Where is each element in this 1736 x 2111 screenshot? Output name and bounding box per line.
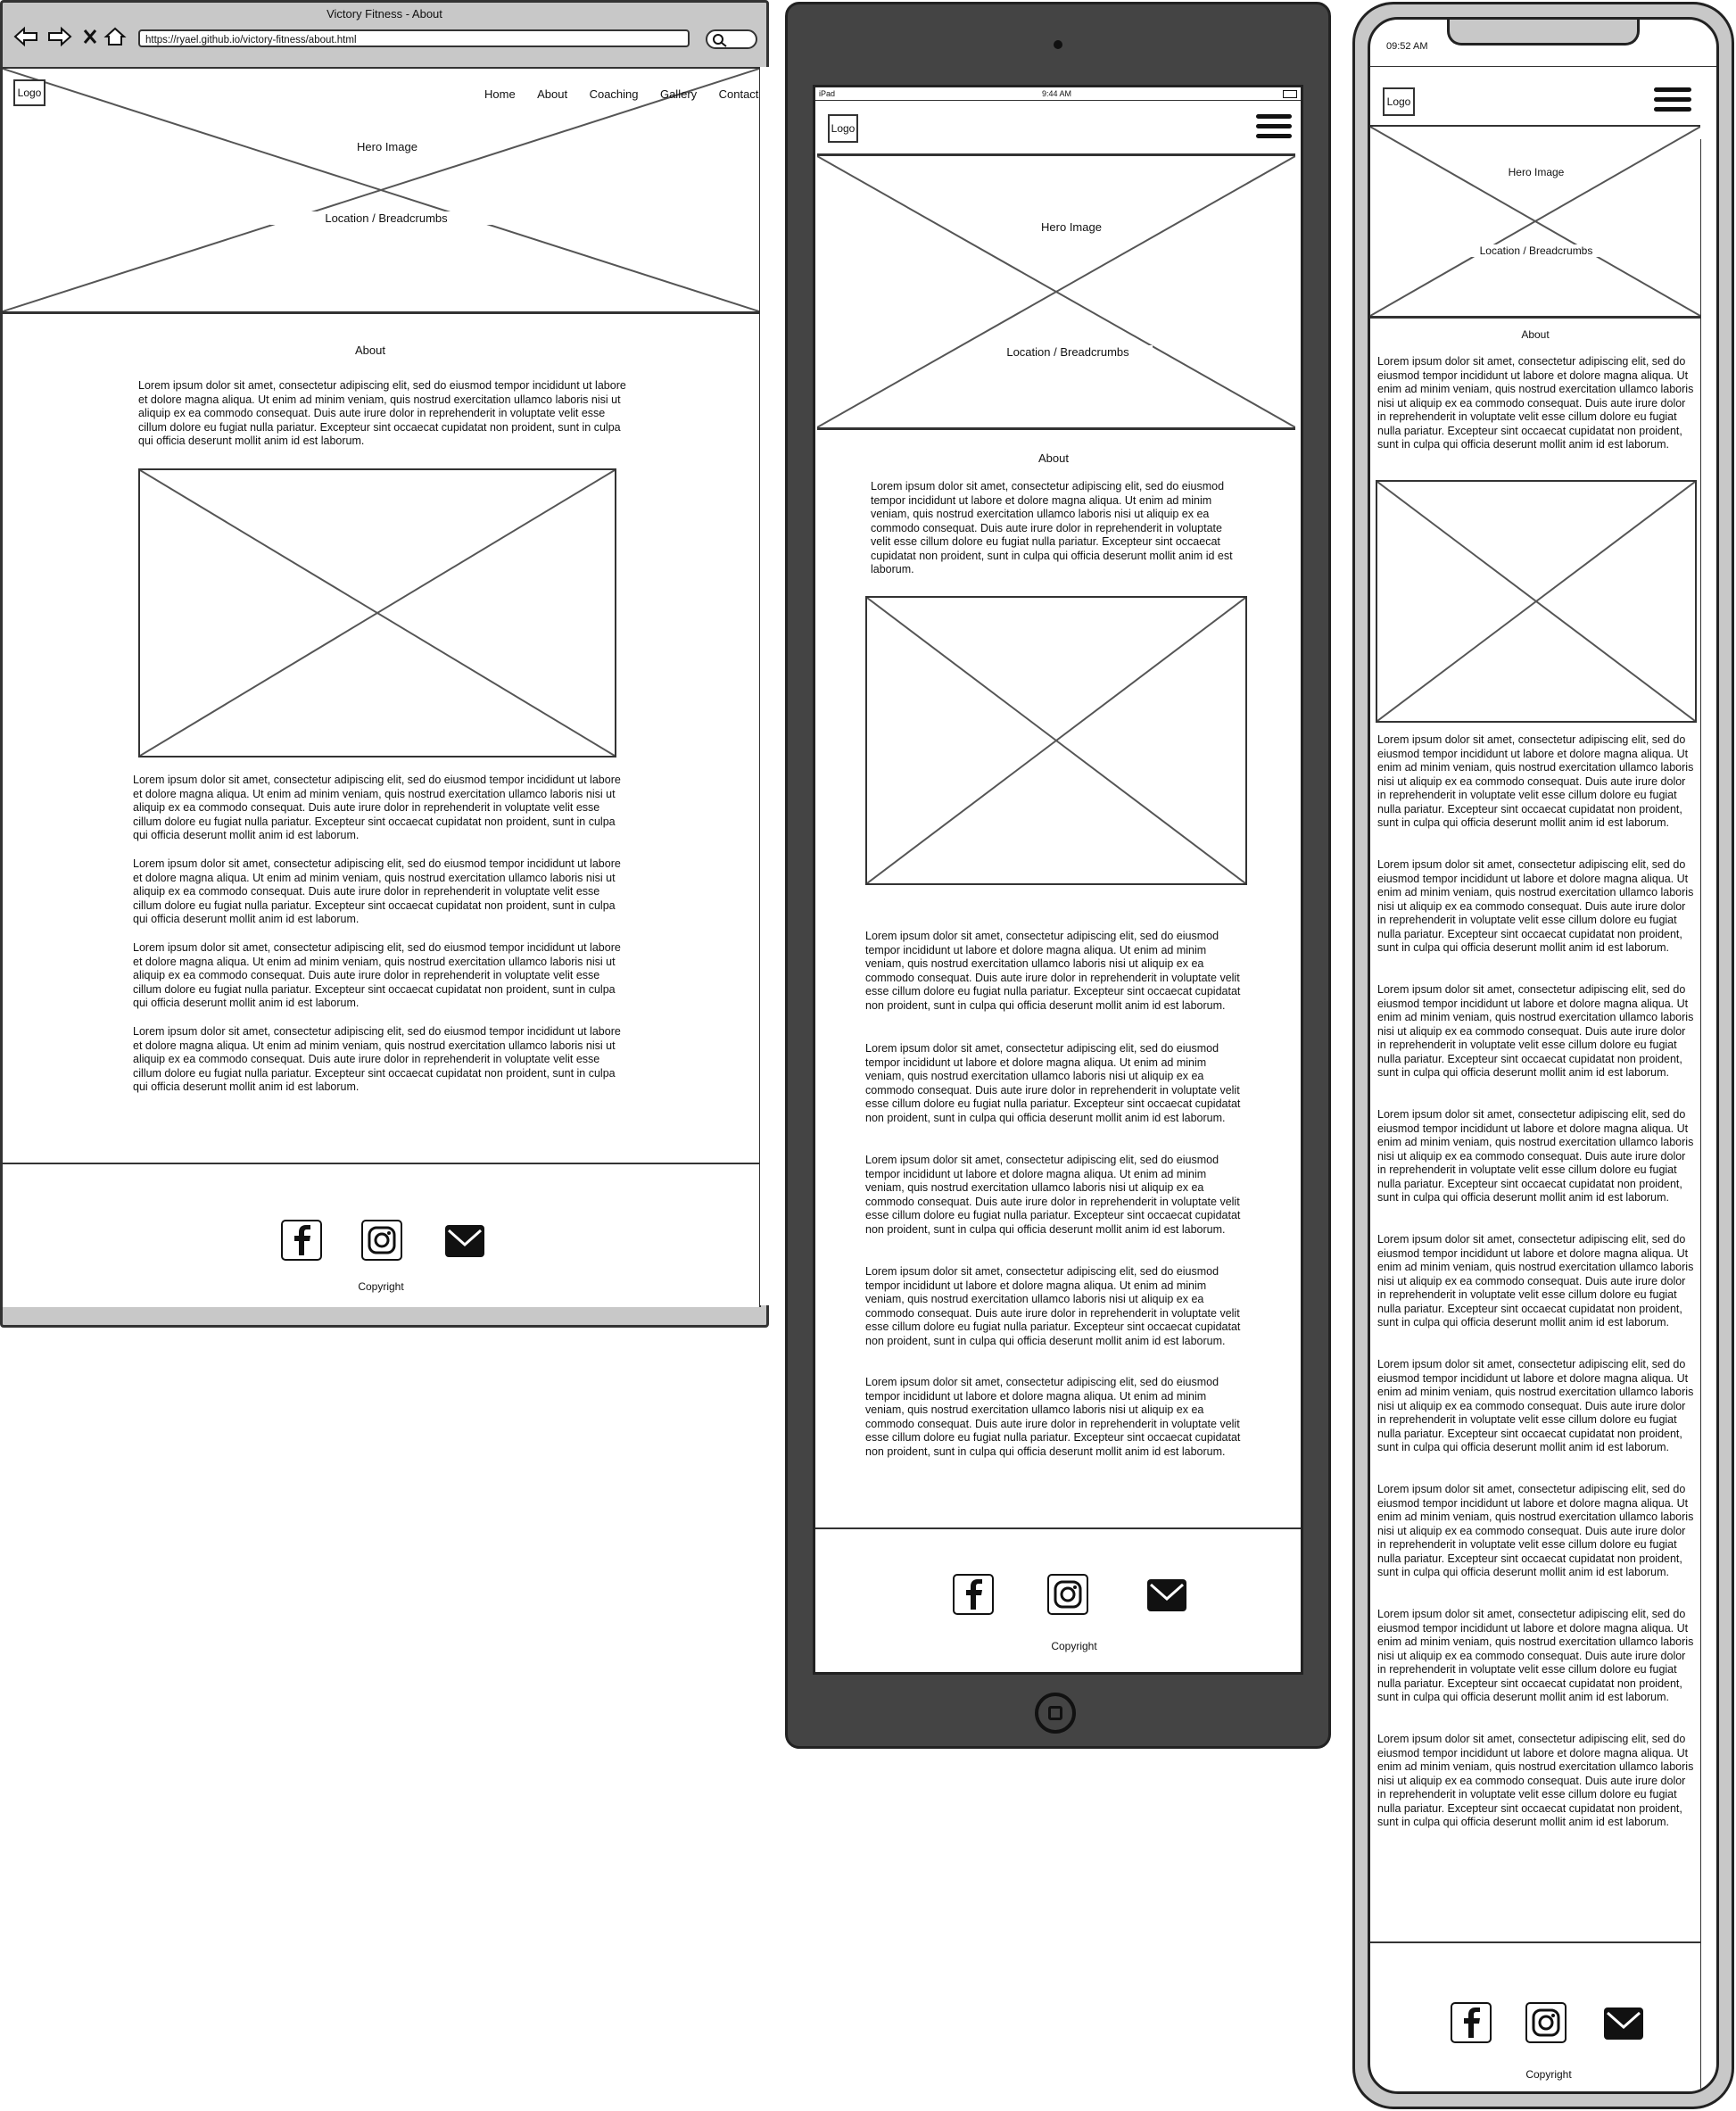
body-paragraph: Lorem ipsum dolor sit amet, consectetur …: [1377, 1108, 1694, 1204]
nav-about[interactable]: About: [537, 87, 567, 101]
page-title: About: [355, 344, 385, 357]
about-image: [865, 596, 1247, 885]
logo[interactable]: Logo: [13, 79, 45, 106]
stop-icon: [83, 29, 97, 44]
camera-icon: [1054, 40, 1062, 49]
hero-image: Hero Image Location / Breadcrumbs: [1370, 125, 1700, 319]
image-placeholder-icon: [1377, 482, 1695, 721]
battery-icon: [1283, 90, 1297, 98]
copyright: Copyright: [358, 1280, 404, 1293]
copyright: Copyright: [1051, 1640, 1097, 1652]
tablet-screen: iPad 9:44 AM Logo Hero Image Location / …: [813, 85, 1303, 1675]
scrollbar[interactable]: [1700, 139, 1710, 2090]
hero-label: Hero Image: [292, 140, 483, 153]
about-image: [1376, 480, 1697, 723]
hero-placeholder-icon: [817, 156, 1295, 427]
facebook-icon[interactable]: [1451, 2002, 1492, 2043]
body-paragraph: Lorem ipsum dolor sit amet, consectetur …: [865, 1042, 1241, 1124]
intro-paragraph: Lorem ipsum dolor sit amet, consectetur …: [871, 480, 1233, 575]
status-bar: iPad 9:44 AM: [815, 87, 1301, 101]
home-icon: [103, 27, 127, 46]
body-paragraph: Lorem ipsum dolor sit amet, consectetur …: [1377, 1733, 1694, 1828]
device-label: iPad: [819, 89, 836, 98]
body-paragraph: Lorem ipsum dolor sit amet, consectetur …: [865, 1265, 1241, 1347]
footer: Copyright: [815, 1527, 1301, 1674]
body-paragraph: Lorem ipsum dolor sit amet, consectetur …: [865, 930, 1241, 1012]
footer: Copyright: [3, 1163, 759, 1309]
tablet-wireframe: iPad 9:44 AM Logo Hero Image Location / …: [785, 2, 1331, 1749]
intro-paragraph: Lorem ipsum dolor sit amet, consectetur …: [138, 379, 626, 447]
scrollbar[interactable]: [759, 67, 769, 1305]
body-paragraph: Lorem ipsum dolor sit amet, consectetur …: [133, 1025, 621, 1093]
window-title: Victory Fitness - About: [327, 7, 442, 21]
facebook-icon[interactable]: [281, 1220, 322, 1261]
desktop-viewport: Logo Home About Coaching Gallery Contact…: [3, 67, 761, 1307]
logo[interactable]: Logo: [828, 114, 858, 143]
body-paragraph: Lorem ipsum dolor sit amet, consectetur …: [133, 774, 621, 841]
phone-wireframe: 09:52 AM Logo Hero Image Location / Brea…: [1352, 2, 1734, 2109]
hero-label: Hero Image: [1490, 166, 1583, 178]
body-paragraph: Lorem ipsum dolor sit amet, consectetur …: [865, 1154, 1241, 1236]
hamburger-menu-icon[interactable]: [1256, 114, 1292, 144]
body-paragraph: Lorem ipsum dolor sit amet, consectetur …: [1377, 1358, 1694, 1453]
status-time: 9:44 AM: [1042, 89, 1072, 98]
hero-placeholder-icon: [1370, 127, 1700, 316]
body-paragraph: Lorem ipsum dolor sit amet, consectetur …: [1377, 983, 1694, 1079]
facebook-icon[interactable]: [953, 1574, 994, 1615]
image-placeholder-icon: [140, 470, 615, 756]
hamburger-menu-icon[interactable]: [1654, 87, 1691, 117]
email-icon[interactable]: [1602, 2004, 1645, 2043]
instagram-icon[interactable]: [1047, 1574, 1088, 1615]
hero-image: Logo Home About Coaching Gallery Contact…: [3, 69, 759, 314]
body-paragraph: Lorem ipsum dolor sit amet, consectetur …: [865, 1376, 1241, 1458]
body-paragraph: Lorem ipsum dolor sit amet, consectetur …: [1377, 1233, 1694, 1329]
desktop-wireframe: Victory Fitness - About https://ryael.gi…: [0, 0, 769, 1328]
intro-paragraph: Lorem ipsum dolor sit amet, consectetur …: [1377, 355, 1694, 451]
nav-home[interactable]: Home: [484, 87, 516, 101]
nav-contact[interactable]: Contact: [719, 87, 759, 101]
image-placeholder-icon: [867, 598, 1245, 883]
instagram-icon[interactable]: [1525, 2002, 1567, 2043]
body-paragraph: Lorem ipsum dolor sit amet, consectetur …: [1377, 733, 1694, 829]
breadcrumbs: Location / Breadcrumbs: [983, 345, 1153, 359]
copyright: Copyright: [1525, 2068, 1572, 2081]
back-icon: [13, 26, 37, 47]
hero-placeholder-icon: [3, 69, 759, 311]
status-divider: [1370, 66, 1716, 67]
breadcrumbs: Location / Breadcrumbs: [270, 211, 502, 225]
address-bar[interactable]: https://ryael.github.io/victory-fitness/…: [138, 29, 690, 47]
body-paragraph: Lorem ipsum dolor sit amet, consectetur …: [133, 857, 621, 925]
about-image: [138, 468, 616, 757]
email-icon[interactable]: [1145, 1576, 1188, 1615]
page-title: About: [1521, 328, 1550, 341]
page-title: About: [1038, 451, 1069, 465]
main-nav: Home About Coaching Gallery Contact: [467, 87, 758, 103]
email-icon[interactable]: [443, 1221, 486, 1261]
logo[interactable]: Logo: [1383, 87, 1415, 116]
search-icon: [713, 34, 727, 47]
nav-coaching[interactable]: Coaching: [590, 87, 639, 101]
browser-nav-icons[interactable]: [13, 26, 134, 47]
breadcrumbs: Location / Breadcrumbs: [1459, 244, 1613, 257]
body-paragraph: Lorem ipsum dolor sit amet, consectetur …: [1377, 1483, 1694, 1578]
footer: Copyright: [1370, 1941, 1700, 2091]
nav-gallery[interactable]: Gallery: [660, 87, 697, 101]
body-paragraph: Lorem ipsum dolor sit amet, consectetur …: [1377, 1608, 1694, 1703]
body-paragraph: Lorem ipsum dolor sit amet, consectetur …: [1377, 858, 1694, 954]
body-paragraph: Lorem ipsum dolor sit amet, consectetur …: [133, 941, 621, 1009]
phone-notch: [1447, 20, 1640, 46]
search-field[interactable]: [706, 29, 757, 49]
forward-icon: [48, 26, 72, 47]
hero-image: Hero Image Location / Breadcrumbs: [817, 153, 1295, 430]
hero-label: Hero Image: [1012, 220, 1131, 234]
phone-screen: 09:52 AM Logo Hero Image Location / Brea…: [1368, 17, 1719, 2094]
home-button-icon[interactable]: [1035, 1693, 1076, 1734]
instagram-icon[interactable]: [361, 1220, 402, 1261]
status-time: 09:52 AM: [1386, 41, 1428, 52]
